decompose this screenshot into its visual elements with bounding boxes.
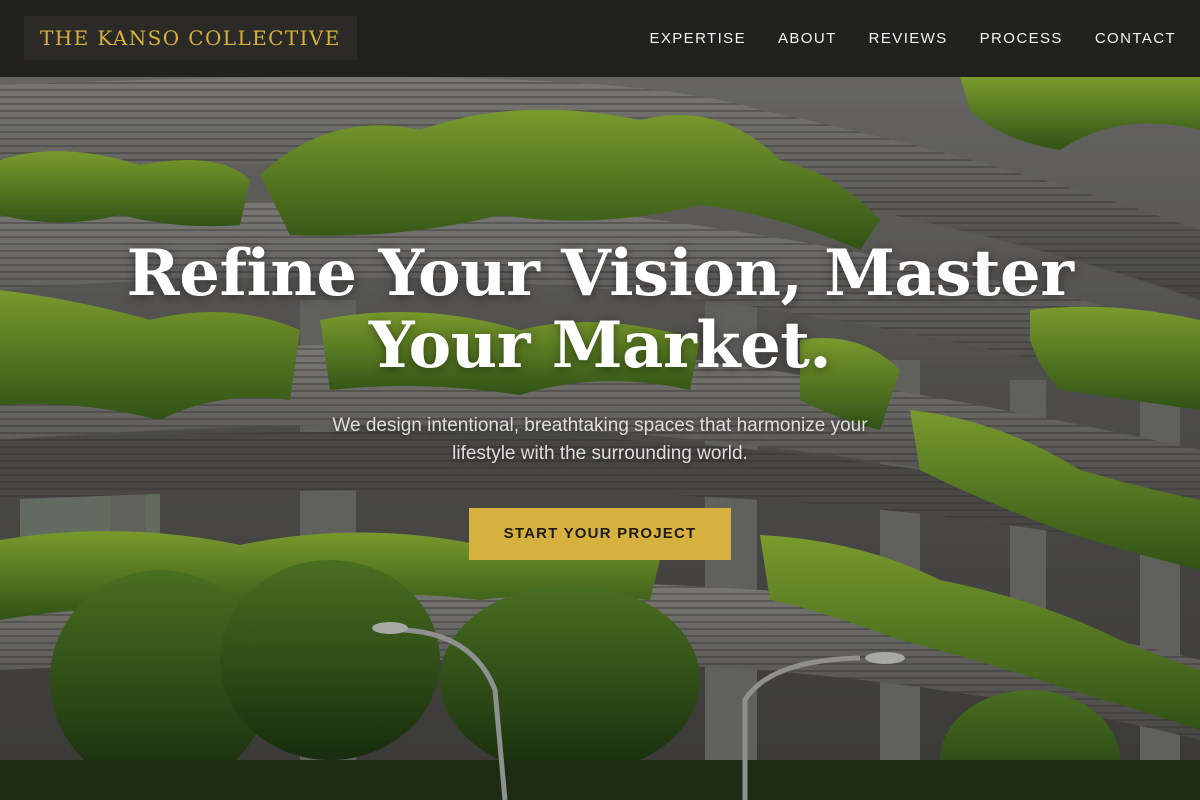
nav-link-contact[interactable]: CONTACT: [1095, 30, 1176, 47]
brand-logo[interactable]: THE KANSO COLLECTIVE: [24, 16, 357, 60]
nav-link-expertise[interactable]: EXPERTISE: [649, 30, 746, 47]
main-nav: EXPERTISE ABOUT REVIEWS PROCESS CONTACT: [649, 0, 1176, 77]
hero-subtitle-line-1: We design intentional, breathtaking spac…: [332, 415, 868, 436]
hero-heading: Refine Your Vision, Master Your Market.: [100, 238, 1100, 382]
nav-link-process[interactable]: PROCESS: [980, 30, 1063, 47]
nav-link-about[interactable]: ABOUT: [778, 30, 837, 47]
hero-section: THE KANSO COLLECTIVE EXPERTISE ABOUT REV…: [0, 0, 1200, 800]
nav-link-reviews[interactable]: REVIEWS: [869, 30, 948, 47]
start-project-button[interactable]: START YOUR PROJECT: [469, 508, 731, 560]
site-header: THE KANSO COLLECTIVE EXPERTISE ABOUT REV…: [0, 0, 1200, 77]
hero-content: Refine Your Vision, Master Your Market. …: [100, 238, 1100, 560]
hero-subtitle-line-2: lifestyle with the surrounding world.: [452, 443, 748, 464]
hero-heading-line-1: Refine Your Vision, Master: [126, 236, 1074, 311]
hero-heading-line-2: Your Market.: [368, 308, 832, 383]
hero-subtitle: We design intentional, breathtaking spac…: [280, 412, 920, 468]
